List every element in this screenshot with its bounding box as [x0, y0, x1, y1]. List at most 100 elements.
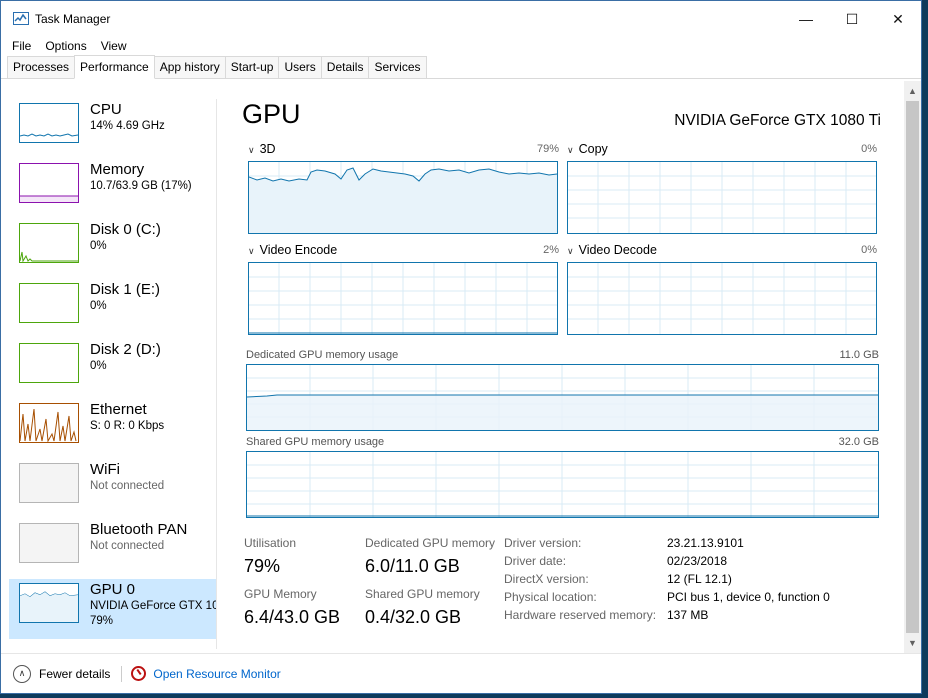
- sidebar-item-value: 14% 4.69 GHz: [90, 120, 165, 132]
- utilisation-label: Utilisation: [244, 536, 297, 550]
- sidebar-item-value: NVIDIA GeForce GTX 1080 Ti: [90, 600, 216, 612]
- sidebar-item-value: Not connected: [90, 540, 165, 552]
- chevron-down-icon: ∨: [567, 145, 574, 155]
- sidebar-item-disk-1[interactable]: Disk 1 (E:) 0%: [9, 279, 216, 339]
- open-resource-monitor-link[interactable]: Open Resource Monitor: [153, 667, 280, 681]
- window-title: Task Manager: [35, 12, 111, 26]
- sidebar-item-value: 0%: [90, 360, 107, 372]
- menu-file[interactable]: File: [12, 39, 31, 53]
- gpu-model-name: NVIDIA GeForce GTX 1080 Ti: [674, 112, 881, 129]
- tab-details[interactable]: Details: [320, 56, 370, 78]
- close-button[interactable]: ✕: [875, 1, 921, 37]
- gpu-details: GPU NVIDIA GeForce GTX 1080 Ti ∨ 3D 79%: [241, 81, 881, 653]
- engine-percent: 2%: [543, 244, 559, 256]
- shared-gpu-memory-value: 0.4/32.0 GB: [365, 607, 462, 627]
- hardware-reserved-memory-value: 137 MB: [667, 608, 709, 622]
- fewer-details-link[interactable]: Fewer details: [39, 667, 110, 681]
- sidebar-item-value: Not connected: [90, 480, 165, 492]
- engine-copy-graph: [567, 161, 877, 234]
- disk-0-thumbnail-graph: [19, 223, 79, 263]
- sidebar-item-label: Ethernet: [90, 401, 147, 418]
- sidebar-item-label: Memory: [90, 161, 145, 178]
- sidebar-item-cpu[interactable]: CPU 14% 4.69 GHz: [9, 99, 216, 159]
- disk-1-thumbnail-graph: [19, 283, 79, 323]
- engine-video-decode-graph: [567, 262, 877, 335]
- performance-panel: CPU 14% 4.69 GHz Memory 10.7/63.9 GB (17…: [1, 81, 921, 653]
- sidebar-item-gpu-0[interactable]: GPU 0 NVIDIA GeForce GTX 1080 Ti 79%: [9, 579, 216, 639]
- shared-gpu-memory-label: Shared GPU memory: [365, 587, 480, 601]
- gpu-0-thumbnail-graph: [19, 583, 79, 623]
- sidebar-item-value: 10.7/63.9 GB (17%): [90, 180, 192, 192]
- tab-start-up[interactable]: Start-up: [224, 56, 280, 78]
- engine-copy-selector[interactable]: ∨ Copy: [567, 142, 608, 156]
- engine-3d-graph: [248, 161, 558, 234]
- tab-performance[interactable]: Performance: [74, 55, 155, 79]
- dedicated-memory-label: Dedicated GPU memory usage: [246, 349, 399, 361]
- shared-memory-max: 32.0 GB: [838, 436, 879, 448]
- engine-label: Copy: [578, 142, 608, 156]
- sidebar-item-disk-0[interactable]: Disk 0 (C:) 0%: [9, 219, 216, 279]
- sidebar-item-label: Bluetooth PAN: [90, 521, 188, 538]
- engine-3d-selector[interactable]: ∨ 3D: [248, 142, 276, 156]
- cpu-thumbnail-graph: [19, 103, 79, 143]
- sidebar-item-wifi[interactable]: WiFi Not connected: [9, 459, 216, 519]
- wifi-thumbnail-graph: [19, 463, 79, 503]
- sidebar-item-label: Disk 2 (D:): [90, 341, 161, 358]
- tab-app-history[interactable]: App history: [153, 56, 226, 78]
- ethernet-thumbnail-graph: [19, 403, 79, 443]
- resource-sidebar: CPU 14% 4.69 GHz Memory 10.7/63.9 GB (17…: [9, 99, 217, 649]
- driver-version-label: Driver version:: [504, 536, 582, 550]
- tab-bar: Processes Performance App history Start-…: [1, 55, 921, 79]
- sidebar-item-memory[interactable]: Memory 10.7/63.9 GB (17%): [9, 159, 216, 219]
- chevron-down-icon: ∨: [248, 246, 255, 256]
- gpu-memory-value: 6.4/43.0 GB: [244, 607, 341, 627]
- sidebar-item-value: 0%: [90, 300, 107, 312]
- tab-services[interactable]: Services: [368, 56, 427, 78]
- hardware-reserved-memory-label: Hardware reserved memory:: [504, 608, 657, 622]
- shared-memory-label: Shared GPU memory usage: [246, 436, 385, 448]
- disk-2-thumbnail-graph: [19, 343, 79, 383]
- menu-options[interactable]: Options: [45, 39, 86, 53]
- chevron-up-icon[interactable]: ∧: [13, 664, 31, 683]
- engine-3d-graph-svg: [249, 162, 557, 233]
- task-manager-window: Task Manager — ☐ ✕ File Options View Pro…: [0, 0, 922, 694]
- engine-percent: 0%: [861, 244, 877, 256]
- engine-video-encode-graph: [248, 262, 558, 335]
- sidebar-item-label: GPU 0: [90, 581, 136, 598]
- dedicated-memory-graph: [246, 364, 879, 431]
- maximize-button[interactable]: ☐: [829, 1, 875, 37]
- sidebar-item-disk-2[interactable]: Disk 2 (D:) 0%: [9, 339, 216, 399]
- footer-bar: ∧ Fewer details Open Resource Monitor: [1, 653, 921, 693]
- title-bar: Task Manager — ☐ ✕: [1, 1, 921, 37]
- sidebar-item-label: WiFi: [90, 461, 120, 478]
- dedicated-gpu-memory-value: 6.0/11.0 GB: [365, 556, 460, 576]
- dedicated-memory-max: 11.0 GB: [839, 349, 879, 361]
- utilisation-value: 79%: [244, 556, 281, 576]
- sidebar-item-value: S: 0 R: 0 Kbps: [90, 420, 165, 432]
- driver-date-value: 02/23/2018: [667, 554, 728, 568]
- engine-percent: 0%: [861, 143, 877, 155]
- resource-monitor-icon[interactable]: [131, 666, 147, 681]
- tab-users[interactable]: Users: [278, 56, 322, 78]
- sidebar-item-ethernet[interactable]: Ethernet S: 0 R: 0 Kbps: [9, 399, 216, 459]
- directx-version-value: 12 (FL 12.1): [667, 572, 732, 586]
- menu-view[interactable]: View: [101, 39, 127, 53]
- memory-thumbnail-graph: [19, 163, 79, 203]
- sidebar-item-bluetooth-pan[interactable]: Bluetooth PAN Not connected: [9, 519, 216, 579]
- scroll-down-icon[interactable]: ▼: [904, 635, 921, 651]
- scroll-up-icon[interactable]: ▲: [904, 83, 921, 99]
- tab-processes[interactable]: Processes: [7, 56, 76, 78]
- minimize-button[interactable]: —: [783, 1, 829, 37]
- vertical-scrollbar[interactable]: ▲ ▼: [904, 81, 921, 653]
- sidebar-item-label: Disk 1 (E:): [90, 281, 161, 298]
- shared-memory-graph: [246, 451, 879, 518]
- gpu-memory-label: GPU Memory: [244, 587, 317, 601]
- engine-video-decode-selector[interactable]: ∨ Video Decode: [567, 243, 657, 257]
- driver-version-value: 23.21.13.9101: [667, 536, 744, 550]
- task-manager-icon: [13, 12, 29, 25]
- sidebar-item-label: CPU: [90, 101, 122, 118]
- scroll-thumb[interactable]: [906, 101, 919, 633]
- directx-version-label: DirectX version:: [504, 572, 589, 586]
- engine-video-encode-selector[interactable]: ∨ Video Encode: [248, 243, 337, 257]
- sidebar-item-label: Disk 0 (C:): [90, 221, 161, 238]
